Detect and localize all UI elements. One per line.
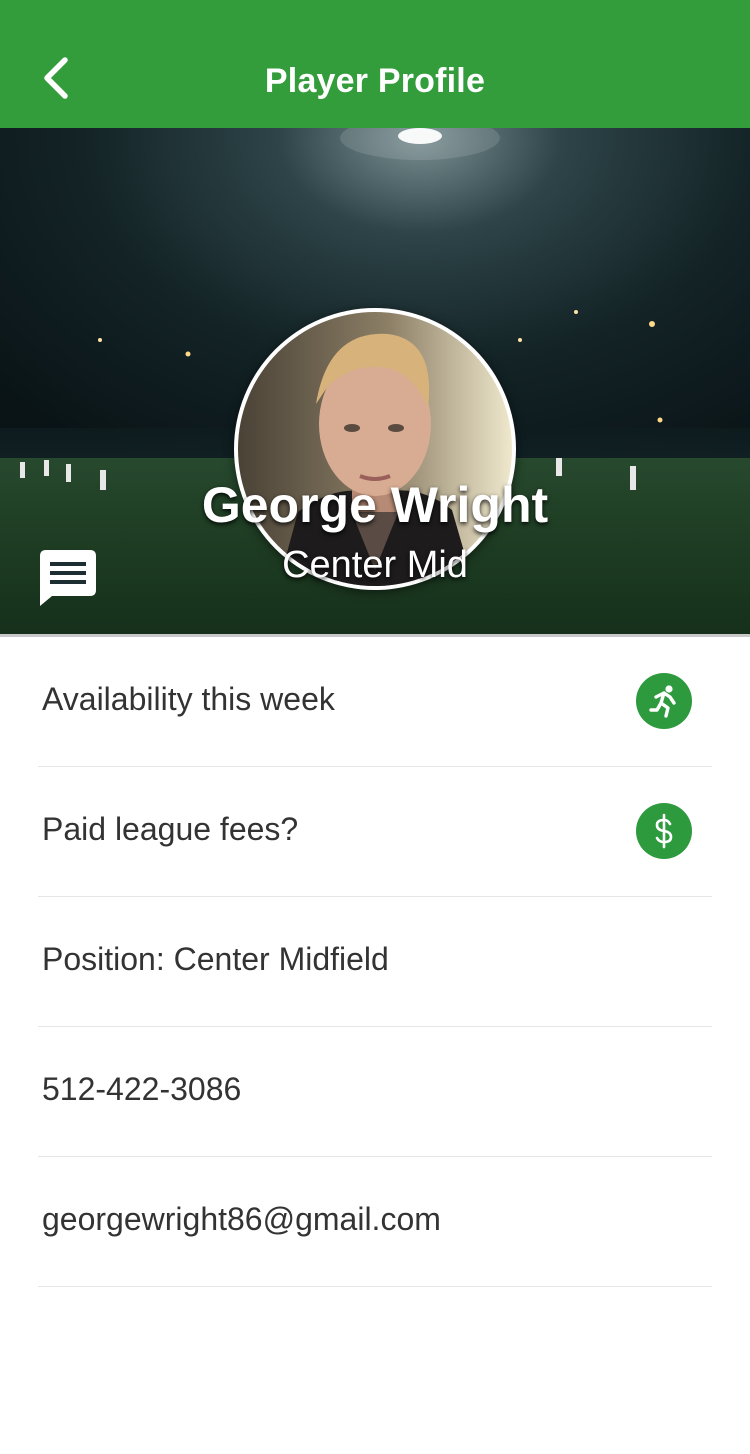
- nav-bar: Player Profile: [0, 0, 750, 128]
- phone-number[interactable]: 512-422-3086: [42, 1071, 241, 1108]
- page-title: Player Profile: [264, 62, 486, 100]
- player-name: George Wright: [201, 477, 549, 533]
- email-row[interactable]: georgewright86@gmail.com: [38, 1157, 712, 1287]
- email-address[interactable]: georgewright86@gmail.com: [42, 1201, 441, 1238]
- availability-row[interactable]: Availability this week: [38, 637, 712, 767]
- message-button[interactable]: [38, 548, 98, 608]
- running-person-icon: [649, 685, 676, 718]
- phone-row[interactable]: 512-422-3086: [38, 1027, 712, 1157]
- fees-label: Paid league fees?: [42, 811, 299, 847]
- player-position: Center Mid: [282, 544, 468, 586]
- fees-status[interactable]: [636, 803, 692, 859]
- chat-message-icon: [40, 550, 96, 606]
- dollar-icon: [655, 813, 673, 849]
- player-profile-screen: Player Profile George Wright Center Mid …: [0, 0, 750, 1454]
- position-label: Position: Center Midfield: [42, 941, 389, 977]
- availability-status[interactable]: [636, 673, 692, 729]
- player-info-list: Availability this week Paid league fees?: [0, 637, 750, 1287]
- fees-row[interactable]: Paid league fees?: [38, 767, 712, 897]
- availability-label: Availability this week: [42, 681, 335, 717]
- position-row: Position: Center Midfield: [38, 897, 712, 1027]
